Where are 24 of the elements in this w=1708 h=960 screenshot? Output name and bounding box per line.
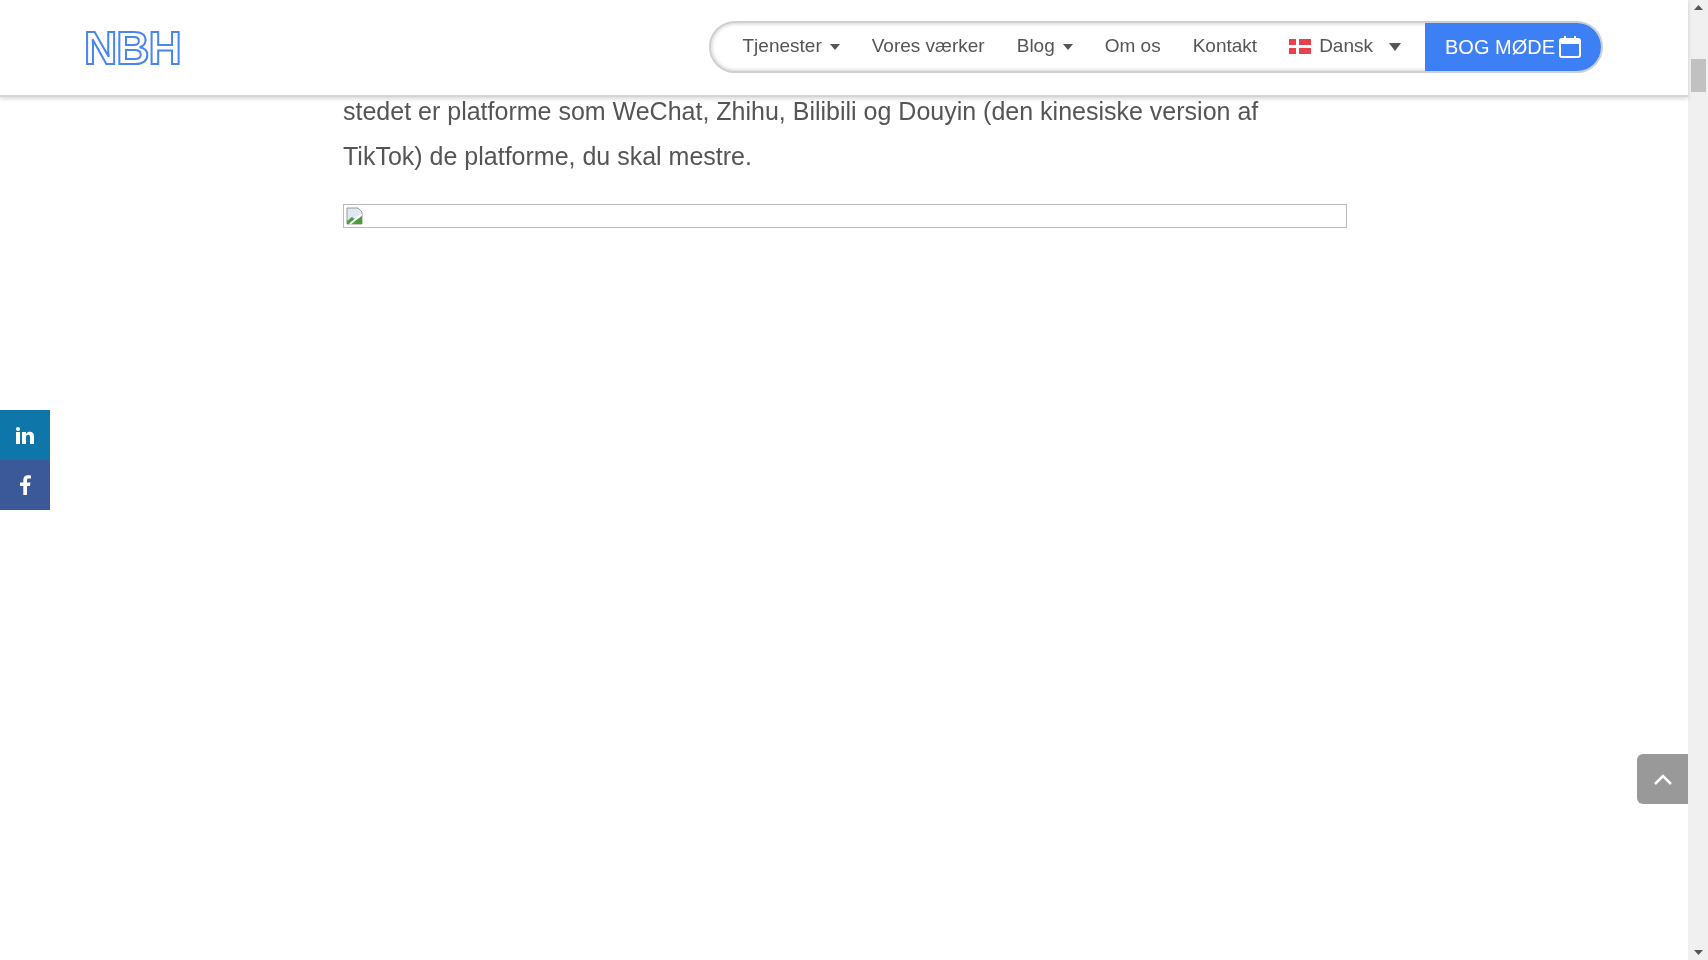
facebook-icon xyxy=(19,475,31,495)
chevron-up-icon xyxy=(1653,773,1672,785)
caret-icon xyxy=(1062,43,1073,50)
nav-link[interactable]: Om os xyxy=(1088,32,1177,61)
caret-icon xyxy=(1389,42,1401,51)
calendar-icon xyxy=(1559,35,1581,58)
logo[interactable]: NBH xyxy=(84,24,181,71)
caret-icon xyxy=(829,43,840,50)
nav-link[interactable]: Kontakt xyxy=(1176,32,1274,61)
broken-image-icon xyxy=(346,207,364,225)
language-selector[interactable]: Dansk xyxy=(1273,32,1425,61)
scrollbar-thumb[interactable] xyxy=(1690,59,1706,92)
linkedin-share-button[interactable] xyxy=(0,410,50,460)
linkedin-icon xyxy=(16,426,34,444)
nav-link[interactable]: Tjenester xyxy=(726,32,856,61)
nav-link[interactable]: Vores værker xyxy=(855,32,1001,61)
nav-link[interactable]: Blog xyxy=(1000,32,1089,61)
danish-flag-icon xyxy=(1289,39,1312,54)
scroll-down-arrow-icon[interactable] xyxy=(1693,950,1703,955)
scroll-up-arrow-icon[interactable] xyxy=(1693,5,1703,10)
back-to-top-button[interactable] xyxy=(1637,754,1688,804)
article-paragraph: stedet er platforme som WeChat, Zhihu, Bilibili og Douyin (den kinesiske version af TikTok) de platforme, du skal mestre. xyxy=(343,96,1260,172)
book-meeting-button[interactable]: BOG MØDE xyxy=(1425,22,1601,71)
facebook-share-button[interactable] xyxy=(0,460,50,510)
